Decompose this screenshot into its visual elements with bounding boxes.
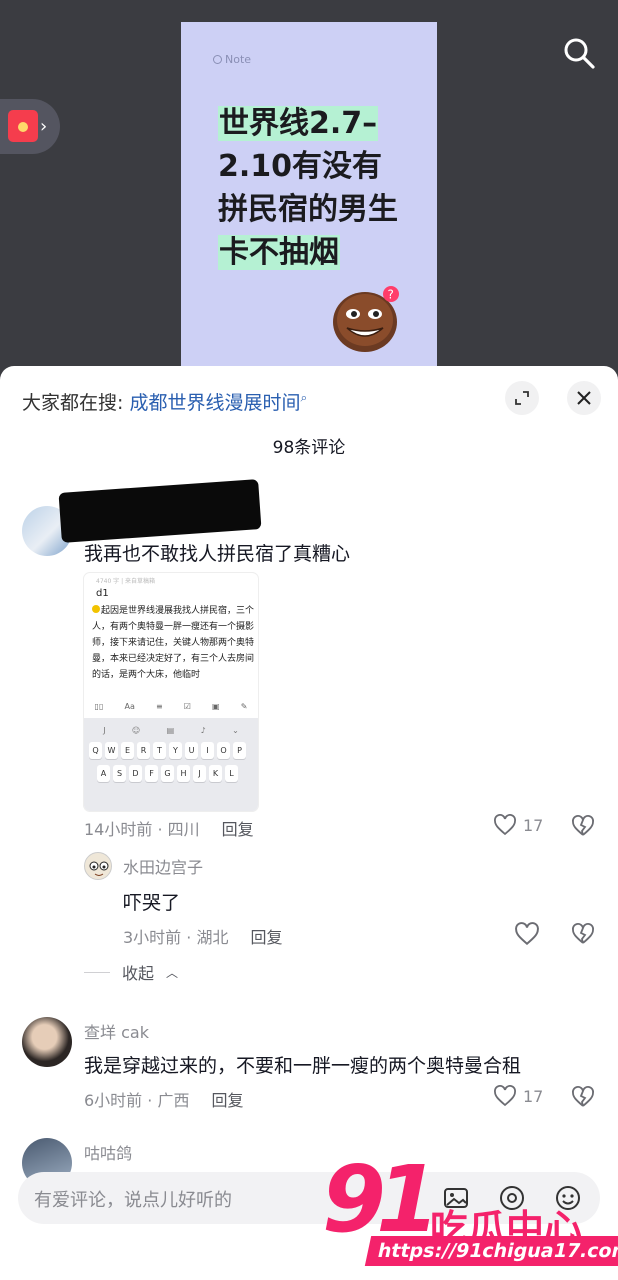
like-button[interactable]: 17 xyxy=(493,1085,543,1107)
comment-meta: 14小时前 · 四川 回复 xyxy=(84,820,254,839)
close-icon xyxy=(577,391,591,405)
note-line-4: 卡不抽烟 xyxy=(218,235,340,270)
smirk-emoji-icon: ? xyxy=(333,286,399,352)
svg-text:?: ? xyxy=(388,288,394,302)
keyboard-key: S xyxy=(113,765,126,782)
keyboard-key: D xyxy=(129,765,142,782)
comment-username[interactable]: 查垟 cak xyxy=(84,1019,149,1043)
collapse-replies-button[interactable]: 收起 ︿ xyxy=(84,960,178,984)
chevron-right-icon: › xyxy=(40,116,48,137)
comment-text: 我是穿越过来的，不要和一胖一瘦的两个奥特曼合租 xyxy=(84,1055,522,1077)
keyboard-key: F xyxy=(145,765,158,782)
heart-icon[interactable] xyxy=(514,922,540,946)
expand-button[interactable] xyxy=(505,381,539,415)
broken-heart-icon[interactable] xyxy=(570,814,596,838)
keyboard-key: E xyxy=(121,742,134,759)
search-icon[interactable] xyxy=(560,34,598,72)
keyboard-key: U xyxy=(185,742,198,759)
keyboard-key: W xyxy=(105,742,118,759)
keyboard-key: I xyxy=(201,742,214,759)
search-suggestion[interactable]: 大家都在搜: 成都世界线漫展时间⌕ xyxy=(22,388,307,415)
video-area[interactable]: Note 世界线2.7– 2.10有没有 拼民宿的男生 卡不抽烟 ? › xyxy=(0,0,618,380)
keyboard-key: T xyxy=(153,742,166,759)
heart-icon xyxy=(494,814,516,836)
watermark-logo: 91 吃瓜中心 https://91chigua17.com xyxy=(318,1150,618,1280)
keyboard-key: O xyxy=(217,742,230,759)
heart-icon xyxy=(494,1085,516,1107)
chevron-up-icon: ︿ xyxy=(166,965,179,980)
reply-meta: 3小时前 · 湖北 回复 xyxy=(123,928,283,947)
keyboard-key: A xyxy=(97,765,110,782)
redacted-username xyxy=(58,479,262,543)
comment-sheet: 大家都在搜: 成都世界线漫展时间⌕ 98条评论 我再也不敢找人拼民宿了真糟心 4… xyxy=(0,366,618,1280)
reply-username[interactable]: 水田边宫子 xyxy=(123,854,203,878)
note-text: 世界线2.7– 2.10有没有 拼民宿的男生 卡不抽烟 xyxy=(218,102,398,274)
red-packet-button[interactable]: › xyxy=(0,99,60,154)
note-tag: Note xyxy=(213,53,251,66)
keyboard-key: L xyxy=(225,765,238,782)
keyboard-key: R xyxy=(137,742,150,759)
reply-text: 吓哭了 xyxy=(123,892,181,914)
close-button[interactable] xyxy=(567,381,601,415)
expand-icon xyxy=(515,391,529,405)
keyboard-key: H xyxy=(177,765,190,782)
red-envelope-icon xyxy=(8,110,38,142)
comment-username[interactable]: 咕咕鸽 xyxy=(84,1140,132,1164)
comment-text: 我再也不敢找人拼民宿了真糟心 xyxy=(84,543,351,565)
keyboard-key: K xyxy=(209,765,222,782)
cartoon-face-icon xyxy=(89,861,109,876)
keyboard-key: J xyxy=(193,765,206,782)
reply-button[interactable]: 回复 xyxy=(222,820,254,839)
reply-avatar[interactable] xyxy=(84,852,112,880)
note-line-2: 2.10有没有 xyxy=(218,149,383,184)
comment-input-placeholder: 有爱评论，说点儿好听的 xyxy=(34,1190,232,1211)
comment-image[interactable]: 4740 字 | 来自草稿箱 d1 起因是世界线漫展我找人拼民宿，三个人，有两个… xyxy=(84,573,258,811)
keyboard-key: G xyxy=(161,765,174,782)
like-button[interactable]: 17 xyxy=(493,814,543,836)
note-line-1: 世界线2.7– xyxy=(218,106,379,141)
keyboard-key: Y xyxy=(169,742,182,759)
small-search-icon: ⌕ xyxy=(300,390,308,405)
note-card: Note 世界线2.7– 2.10有没有 拼民宿的男生 卡不抽烟 ? xyxy=(181,22,437,380)
suggestion-keyword[interactable]: 成都世界线漫展时间 xyxy=(129,392,300,414)
avatar[interactable] xyxy=(22,1017,72,1067)
like-count: 17 xyxy=(523,1086,544,1106)
keyboard-key: P xyxy=(233,742,246,759)
reply-button[interactable]: 回复 xyxy=(211,1091,243,1110)
broken-heart-icon[interactable] xyxy=(570,922,596,946)
keyboard-key: Q xyxy=(89,742,102,759)
reply-button[interactable]: 回复 xyxy=(250,928,282,947)
note-line-3: 拼民宿的男生 xyxy=(218,192,398,227)
suggestion-prefix: 大家都在搜: xyxy=(22,392,124,414)
broken-heart-icon[interactable] xyxy=(570,1085,596,1109)
comment-count: 98条评论 xyxy=(272,438,346,458)
like-count: 17 xyxy=(523,815,544,835)
comment-meta: 6小时前 · 广西 回复 xyxy=(84,1091,244,1110)
